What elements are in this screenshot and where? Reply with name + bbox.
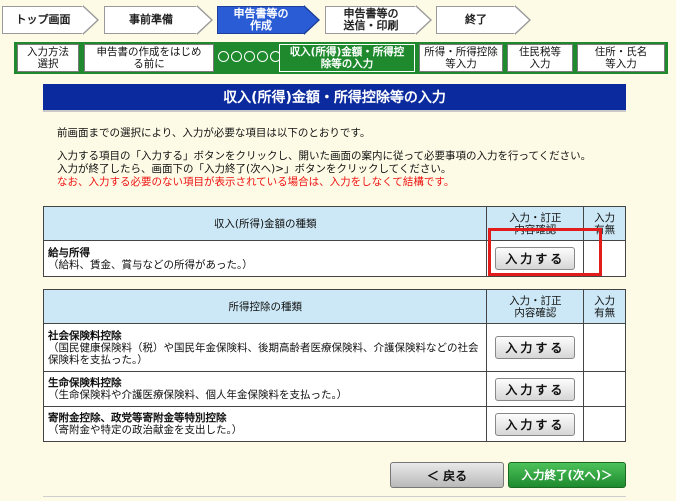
page-title: 収入(所得)金額・所得控除等の入力 bbox=[43, 84, 626, 112]
input-button-donation[interactable]: 入力する bbox=[495, 412, 576, 436]
step-top-screen[interactable]: トップ画面 bbox=[2, 6, 84, 34]
item-detail: （給料、賃金、賞与などの所得があった。） bbox=[48, 258, 253, 271]
income-item-salary: 給与所得 （給料、賃金、賞与などの所得があった。） bbox=[42, 240, 488, 277]
deduction-item-social-insurance: 社会保険料控除 （国民健康保険料（税）や国民年金保険料、後期高齢者医療保険料、介… bbox=[42, 323, 488, 372]
substep-address-name: 住所・氏名 等入力 bbox=[577, 44, 665, 72]
step-arrow-icon bbox=[514, 5, 531, 35]
highlight-box bbox=[488, 228, 602, 276]
deduction-header-check: 入力・訂正 内容確認 bbox=[486, 289, 585, 324]
step-finish: 終了 bbox=[436, 6, 516, 34]
step-send-print: 申告書等の 送信・印刷 bbox=[325, 6, 417, 34]
table-row: 社会保険料控除 （国民健康保険料（税）や国民年金保険料、後期高齢者医療保険料、介… bbox=[42, 323, 626, 372]
description-line: 入力する項目の「入力する」ボタンをクリックし、開いた画面の案内に従って必要事項の… bbox=[57, 150, 592, 162]
back-button[interactable]: ＜ 戻る bbox=[390, 462, 504, 488]
substep-before-start[interactable]: 申告書の作成をはじめ る前に bbox=[84, 44, 214, 72]
item-title: 給与所得 bbox=[48, 246, 90, 259]
substep-input-method[interactable]: 入力方法 選択 bbox=[17, 44, 79, 72]
next-button[interactable]: 入力終了(次へ)＞ bbox=[508, 462, 626, 488]
progress-steps: トップ画面 事前準備 申告書等の 作成 申告書等の 送信・印刷 終了 bbox=[0, 0, 676, 40]
input-button-life-insurance[interactable]: 入力する bbox=[495, 377, 576, 401]
substep-income-detail: 所得・所得控除 等入力 bbox=[419, 44, 503, 72]
step-arrow-icon bbox=[303, 5, 320, 35]
input-status-cell bbox=[583, 323, 626, 372]
deduction-item-life-insurance: 生命保険料控除 （生命保険料や介護医療保険料、個人年金保険料を支払った。） bbox=[42, 371, 488, 407]
table-row: 寄附金控除、政党等寄附金等特別控除 （寄附金や特定の政治献金を支出した。） 入力… bbox=[42, 406, 626, 442]
step-create-return: 申告書等の 作成 bbox=[217, 6, 305, 34]
input-status-cell bbox=[583, 371, 626, 407]
item-title: 社会保険料控除 bbox=[48, 329, 122, 342]
substep-income-deduction: 収入(所得)金額・所得控 除等の入力 bbox=[279, 44, 415, 72]
deduction-header-type: 所得控除の種類 bbox=[42, 289, 488, 324]
item-detail: （生命保険料や介護医療保険料、個人年金保険料を支払った。） bbox=[48, 389, 348, 401]
input-button-social-insurance[interactable]: 入力する bbox=[495, 336, 576, 359]
item-detail: （寄附金や特定の政治献金を支出した。） bbox=[48, 424, 243, 436]
description-line: 前画面までの選択により、入力が必要な項目は以下のとおりです。 bbox=[57, 127, 371, 139]
substep-circles bbox=[218, 51, 281, 62]
item-title: 生命保険料控除 bbox=[48, 377, 122, 389]
circle-icon bbox=[218, 51, 229, 62]
sub-progress-steps: 入力方法 選択 申告書の作成をはじめ る前に 収入(所得)金額・所得控 除等の入… bbox=[14, 42, 668, 74]
description-line: 入力が終了したら、画面下の「入力終了(次へ)>」ボタンをクリックしてください。 bbox=[57, 163, 452, 175]
deduction-header-has: 入力 有無 bbox=[583, 289, 626, 324]
deduction-item-donation: 寄附金控除、政党等寄附金等特別控除 （寄附金や特定の政治献金を支出した。） bbox=[42, 406, 488, 442]
item-detail: （国民健康保険料（税）や国民年金保険料、後期高齢者医療保険料、介護保険料などの社… bbox=[48, 341, 479, 366]
divider bbox=[43, 496, 626, 497]
circle-icon bbox=[231, 51, 242, 62]
item-title: 寄附金控除、政党等寄附金等特別控除 bbox=[48, 412, 227, 424]
description-note: なお、入力する必要のない項目が表示されている場合は、入力をしなくて結構です。 bbox=[57, 176, 455, 188]
input-status-cell bbox=[583, 406, 626, 442]
step-arrow-icon bbox=[415, 5, 432, 35]
substep-resident-tax: 住民税等 入力 bbox=[507, 44, 573, 72]
step-arrow-icon bbox=[82, 5, 99, 35]
table-row: 生命保険料控除 （生命保険料や介護医療保険料、個人年金保険料を支払った。） 入力… bbox=[42, 371, 626, 407]
income-header-type: 収入(所得)金額の種類 bbox=[42, 206, 488, 241]
deduction-table: 所得控除の種類 入力・訂正 内容確認 入力 有無 社会保険料控除 （国民健康保険… bbox=[42, 289, 626, 442]
step-preparation[interactable]: 事前準備 bbox=[104, 6, 198, 34]
step-arrow-icon bbox=[196, 5, 213, 35]
circle-icon bbox=[257, 51, 268, 62]
circle-icon bbox=[244, 51, 255, 62]
